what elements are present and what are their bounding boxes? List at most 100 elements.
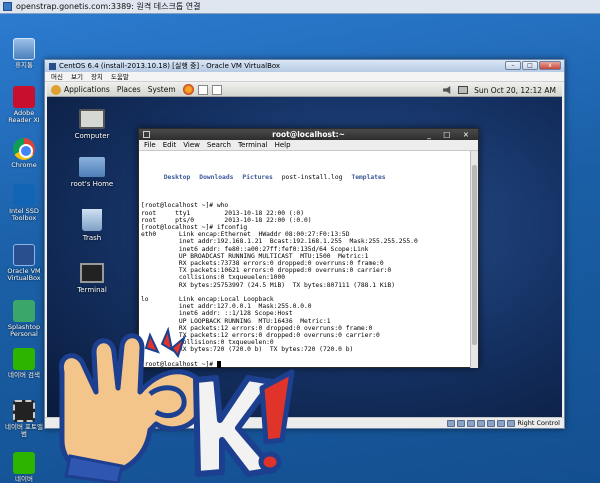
ls-entry: Desktop	[163, 173, 191, 181]
terminal-line: [root@localhost ~]#	[141, 361, 470, 368]
terminal-line: lo Link encap:Local Loopback	[141, 296, 274, 304]
terminal-line: UP LOOPBACK RUNNING MTU:16436 Metric:1	[141, 317, 331, 325]
panel-tray: Sun Oct 20, 12:12 AM	[443, 83, 556, 97]
desktop-icon-naver-search[interactable]: 네이버 검색	[4, 348, 44, 379]
menu-help[interactable]: 도움말	[111, 72, 129, 81]
terminal-line: RX packets:73738 errors:0 dropped:0 over…	[141, 260, 384, 268]
terminal-line: inet addr:127.0.0.1 Mask:255.0.0.0	[141, 303, 312, 311]
terminal-scrollbar[interactable]	[470, 151, 478, 368]
terminal-menu-view[interactable]: View	[183, 140, 200, 150]
terminal-window-controls[interactable]: _ □ ×	[427, 129, 474, 140]
applications-menu[interactable]: Applications	[51, 84, 110, 95]
desktop-icon-chrome[interactable]: Chrome	[4, 138, 44, 169]
minimize-button[interactable]: –	[505, 61, 521, 70]
menu-machine[interactable]: 머신	[51, 72, 63, 81]
terminal-line: [root@localhost ~]# who	[141, 202, 229, 210]
hdd-status-icon[interactable]	[447, 419, 456, 427]
ls-entry: post-install.log	[281, 173, 343, 181]
naver-search-icon	[13, 348, 35, 370]
desktop-icon-adobe-reader[interactable]: Adobe Reader XI	[4, 86, 44, 125]
splashtop-icon	[13, 300, 35, 322]
places-menu[interactable]: Places	[117, 85, 141, 94]
terminal-small-icon	[143, 131, 150, 138]
terminal-lines: [root@localhost ~]# who root tty1 2013-10…	[141, 202, 470, 368]
terminal-title: root@localhost:~	[272, 130, 345, 139]
terminal-line: root pts/0 2013-10-18 22:00 (:0.0)	[141, 216, 312, 224]
rdp-title: openstrap.gonetis.com:3389: 원격 데스크톱 연결	[16, 2, 201, 11]
terminal-menu-help[interactable]: Help	[275, 140, 291, 150]
usb-status-icon[interactable]	[467, 419, 476, 427]
gnome-icon-computer[interactable]: Computer	[64, 109, 120, 140]
terminal-line: UP BROADCAST RUNNING MULTICAST MTU:1500 …	[141, 252, 369, 260]
menu-devices[interactable]: 장치	[91, 72, 103, 81]
ls-entry: Templates	[351, 173, 386, 181]
terminal-line: eth0 Link encap:Ethernet HWaddr 08:00:27…	[141, 231, 350, 239]
system-menu[interactable]: System	[148, 85, 176, 94]
gnome-top-panel: Applications Places System Sun Oct 20, 1…	[47, 83, 562, 97]
maximize-button[interactable]: □	[522, 61, 538, 70]
capture-status-icon[interactable]	[497, 419, 506, 427]
terminal-line: inet6 addr: ::1/128 Scope:Host	[141, 310, 293, 318]
desktop-icon-recycle-bin[interactable]: 휴지통	[4, 38, 44, 69]
naver-icon	[13, 452, 35, 474]
terminal-scroll-thumb[interactable]	[472, 165, 477, 345]
remote-desktop-icon	[3, 2, 12, 11]
virtualbox-small-icon	[49, 62, 56, 70]
computer-icon	[79, 109, 105, 129]
desktop-icon-naver-photo[interactable]: 네이버 포토앨범	[4, 400, 44, 439]
desktop-icon-virtualbox[interactable]: Oracle VM VirtualBox	[4, 244, 44, 283]
home-folder-icon	[79, 157, 105, 177]
terminal-line: collisions:0 txqueuelen:1000	[141, 274, 286, 282]
cd-status-icon[interactable]	[457, 419, 466, 427]
film-icon	[13, 400, 35, 422]
notes-icon[interactable]	[211, 84, 222, 95]
terminal-line: inet addr:192.168.1.21 Bcast:192.168.1.2…	[141, 238, 418, 246]
mail-icon[interactable]	[197, 84, 208, 95]
terminal-output[interactable]: Desktop Downloads Pictures post-install.log…	[139, 151, 471, 368]
terminal-line: inet6 addr: fe80::a00:27ff:fef0:135d/64 …	[141, 245, 369, 253]
terminal-menu-bar: File Edit View Search Terminal Help	[139, 140, 478, 151]
intel-ssd-icon	[13, 184, 35, 206]
terminal-menu-edit[interactable]: Edit	[163, 140, 177, 150]
gnome-icon-home[interactable]: root's Home	[64, 157, 120, 188]
terminal-menu-search[interactable]: Search	[207, 140, 231, 150]
terminal-window[interactable]: root@localhost:~ _ □ × File Edit View Se…	[138, 128, 479, 368]
gnome-icon-terminal[interactable]: Terminal	[64, 263, 120, 294]
terminal-line: TX packets:10621 errors:0 dropped:0 over…	[141, 267, 392, 275]
close-button[interactable]: x	[539, 61, 561, 70]
ls-entry: Downloads	[199, 173, 234, 181]
virtualbox-status-bar: Right Control	[45, 417, 564, 428]
panel-clock[interactable]: Sun Oct 20, 12:12 AM	[474, 86, 556, 95]
recycle-bin-icon	[13, 38, 35, 60]
trash-icon	[82, 209, 102, 231]
desktop-icon-intel-ssd[interactable]: Intel SSD Toolbox	[4, 184, 44, 223]
virtualbox-title-bar[interactable]: CentOS 6.4 (install-2013.10.18) [실행 중] -…	[45, 60, 564, 72]
keyboard-status-icon[interactable]	[507, 419, 516, 427]
virtualbox-icon	[13, 244, 35, 266]
terminal-cursor	[216, 361, 221, 368]
network-status-icon[interactable]	[487, 419, 496, 427]
shared-folder-status-icon[interactable]	[477, 419, 486, 427]
window-controls: – □ x	[505, 61, 561, 70]
terminal-line: [root@localhost ~]# ifconfig	[141, 224, 248, 232]
volume-icon[interactable]	[443, 86, 451, 94]
terminal-line: root tty1 2013-10-18 22:00 (:0)	[141, 209, 305, 217]
gnome-icon-trash[interactable]: Trash	[64, 209, 120, 242]
network-icon[interactable]	[458, 86, 469, 94]
adobe-reader-icon	[13, 86, 35, 108]
terminal-line: RX bytes:720 (720.0 b) TX bytes:720 (720…	[141, 346, 354, 354]
terminal-title-bar[interactable]: root@localhost:~ _ □ ×	[139, 129, 478, 140]
terminal-menu-file[interactable]: File	[144, 140, 156, 150]
terminal-menu-terminal[interactable]: Terminal	[238, 140, 268, 150]
desktop-icon-splashtop[interactable]: Splashtop Personal	[4, 300, 44, 339]
ls-output-row: Desktop Downloads Pictures post-install.log…	[141, 166, 470, 188]
gnome-foot-icon	[51, 84, 61, 95]
menu-view[interactable]: 보기	[71, 72, 83, 81]
terminal-line: collisions:0 txqueuelen:0	[141, 339, 274, 347]
firefox-icon[interactable]	[182, 84, 194, 95]
desktop-icon-naver[interactable]: 네이버	[4, 452, 44, 483]
terminal-line: RX bytes:25753997 (24.5 MiB) TX bytes:80…	[141, 281, 396, 289]
virtualbox-menu-bar: 머신 보기 장치 도움말	[45, 72, 564, 82]
